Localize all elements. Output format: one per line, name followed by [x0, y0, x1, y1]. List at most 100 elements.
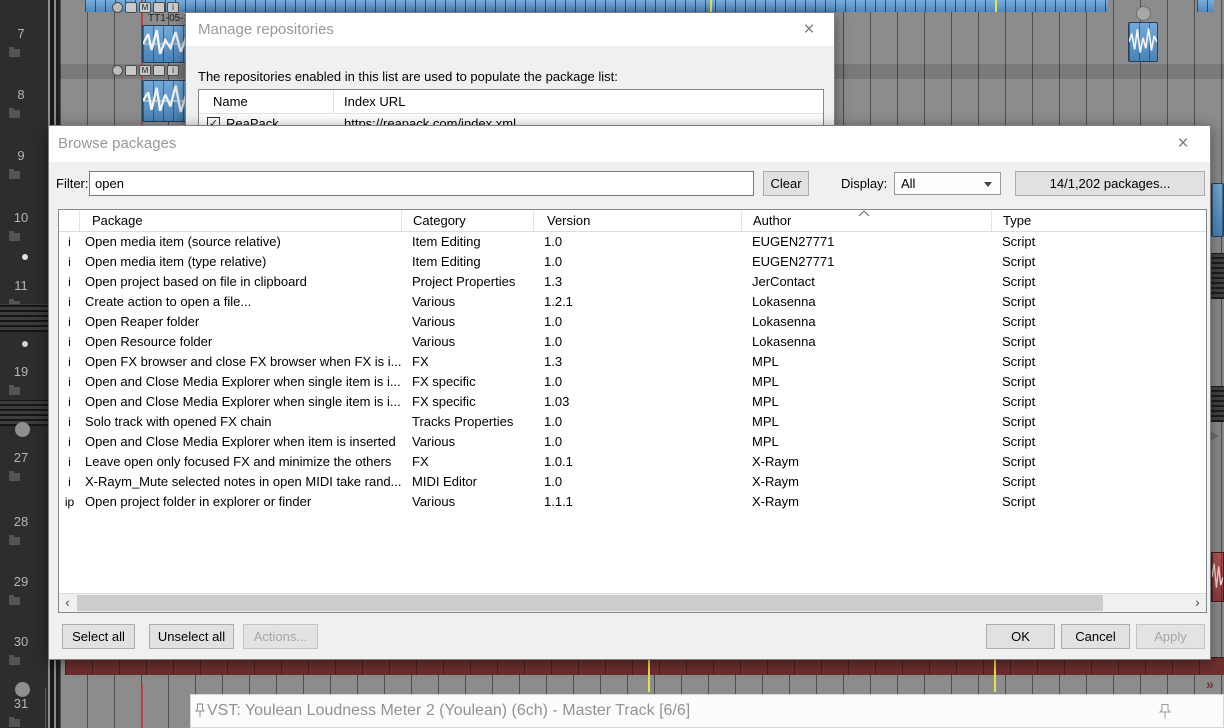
item-notes-icon[interactable]: [153, 2, 165, 13]
scroll-right-icon[interactable]: ›: [1189, 594, 1206, 612]
track-header[interactable]: 9: [0, 148, 48, 204]
package-category-cell: Various: [412, 434, 456, 449]
media-item[interactable]: [1211, 552, 1224, 602]
packages-count-button[interactable]: 14/1,202 packages...: [1015, 171, 1205, 196]
folder-icon: [9, 655, 20, 665]
track-header[interactable]: 7: [0, 26, 48, 82]
dialog-titlebar[interactable]: Browse packages ×: [49, 126, 1210, 162]
media-item-strip: [85, 0, 1108, 12]
item-notes-icon[interactable]: [153, 65, 165, 76]
ok-button[interactable]: OK: [986, 624, 1055, 649]
media-item[interactable]: [1128, 22, 1158, 62]
marker-line: [995, 0, 997, 12]
track-number: 10: [13, 210, 29, 225]
scrollbar-thumb[interactable]: [77, 595, 1103, 611]
record-arm-button[interactable]: [15, 422, 30, 437]
fx-window-title: VST: Youlean Loudness Meter 2 (Youlean) …: [207, 702, 691, 719]
package-row[interactable]: i Leave open only focused FX and minimiz…: [59, 452, 1206, 472]
package-row[interactable]: i Open Resource folder Various 1.0 Lokas…: [59, 332, 1206, 352]
package-row[interactable]: i Open Reaper folder Various 1.0 Lokasen…: [59, 312, 1206, 332]
actions-button[interactable]: Actions...: [243, 624, 318, 649]
dialog-titlebar[interactable]: Manage repositories ×: [186, 13, 834, 46]
package-name-cell: Solo track with opened FX chain: [85, 414, 272, 429]
column-header-type[interactable]: Type: [992, 210, 1206, 231]
package-version-cell: 1.3: [544, 354, 563, 369]
item-volume-icon[interactable]: [112, 2, 123, 13]
track-number: 9: [17, 148, 25, 163]
close-icon[interactable]: ×: [790, 13, 828, 46]
close-icon[interactable]: ×: [1164, 126, 1202, 162]
track-header[interactable]: 27: [0, 450, 48, 506]
track-header[interactable]: 28: [0, 514, 48, 570]
package-row[interactable]: i Open FX browser and close FX browser w…: [59, 352, 1206, 372]
unselect-all-button[interactable]: Unselect all: [149, 624, 234, 649]
package-version-cell: 1.0: [544, 234, 563, 249]
package-type-code: i: [68, 335, 71, 349]
package-row[interactable]: i Create action to open a file... Variou…: [59, 292, 1206, 312]
folder-icon: [9, 47, 20, 57]
horizontal-scrollbar[interactable]: ‹ ›: [59, 593, 1206, 612]
package-row[interactable]: i Open and Close Media Explorer when sin…: [59, 372, 1206, 392]
package-name-cell: Create action to open a file...: [85, 294, 252, 309]
column-header-package[interactable]: Package: [80, 210, 402, 231]
package-category-cell: Project Properties: [412, 274, 516, 289]
package-kind-cell: Script: [1002, 454, 1036, 469]
chevron-down-icon: [984, 182, 992, 187]
pin-icon[interactable]: [1159, 703, 1171, 720]
scroll-left-icon[interactable]: ‹: [59, 594, 76, 612]
package-row[interactable]: i Solo track with opened FX chain Tracks…: [59, 412, 1206, 432]
filter-input[interactable]: [89, 171, 754, 196]
item-volume-icon[interactable]: [1136, 6, 1151, 21]
clear-button[interactable]: Clear: [763, 171, 809, 196]
track-number: 31: [13, 696, 29, 711]
record-arm-button[interactable]: [15, 682, 30, 697]
item-lock-icon[interactable]: [125, 65, 137, 76]
column-header-index-url[interactable]: Index URL: [334, 90, 405, 113]
cancel-button[interactable]: Cancel: [1061, 624, 1130, 649]
package-row[interactable]: i X-Raym_Mute selected notes in open MID…: [59, 472, 1206, 492]
package-author-cell: X-Raym: [752, 474, 799, 489]
select-all-button[interactable]: Select all: [62, 624, 135, 649]
package-row[interactable]: ip Open project folder in explorer or fi…: [59, 492, 1206, 512]
package-row[interactable]: i Open media item (source relative) Item…: [59, 232, 1206, 252]
column-header-icon[interactable]: [59, 210, 80, 231]
apply-button[interactable]: Apply: [1136, 624, 1205, 649]
column-header-name[interactable]: Name: [199, 90, 334, 113]
item-mute-icon[interactable]: M: [139, 65, 151, 76]
record-arm-dot[interactable]: [22, 254, 28, 260]
package-author-cell: MPL: [752, 354, 779, 369]
package-row[interactable]: i Open project based on file in clipboar…: [59, 272, 1206, 292]
package-author-cell: MPL: [752, 394, 779, 409]
item-mute-icon[interactable]: M: [139, 2, 151, 13]
package-author-cell: EUGEN27771: [752, 254, 835, 269]
track-header[interactable]: 31: [0, 696, 48, 728]
item-properties-icon[interactable]: i: [167, 2, 179, 13]
package-name-cell: Open media item (source relative): [85, 234, 281, 249]
package-row[interactable]: i Open and Close Media Explorer when sin…: [59, 392, 1206, 412]
repositories-description: The repositories enabled in this list ar…: [198, 69, 618, 84]
package-kind-cell: Script: [1002, 414, 1036, 429]
item-lock-icon[interactable]: [125, 2, 137, 13]
package-name-cell: Open and Close Media Explorer when item …: [85, 434, 396, 449]
column-header-author[interactable]: Author: [742, 210, 992, 231]
item-edge-chevrons: »: [1206, 676, 1214, 692]
minimized-tracks: [0, 304, 48, 332]
package-name-cell: Open Resource folder: [85, 334, 213, 349]
media-item[interactable]: [1211, 183, 1224, 237]
fx-window-titlebar[interactable]: VST: Youlean Loudness Meter 2 (Youlean) …: [190, 694, 1224, 728]
track-header[interactable]: 29: [0, 574, 48, 630]
folder-icon: [9, 108, 20, 118]
item-volume-icon[interactable]: [112, 65, 123, 76]
column-header-version[interactable]: Version: [534, 210, 742, 231]
record-arm-dot[interactable]: [22, 341, 28, 347]
play-arrow-icon: ▶: [1210, 428, 1220, 442]
package-row[interactable]: i Open and Close Media Explorer when ite…: [59, 432, 1206, 452]
package-version-cell: 1.0: [544, 374, 563, 389]
package-row[interactable]: i Open media item (type relative) Item E…: [59, 252, 1206, 272]
track-header[interactable]: 8: [0, 87, 48, 143]
column-header-category[interactable]: Category: [402, 210, 534, 231]
pin-icon[interactable]: [195, 703, 205, 719]
package-name-cell: Leave open only focused FX and minimize …: [85, 454, 392, 469]
item-properties-icon[interactable]: i: [167, 65, 179, 76]
display-dropdown[interactable]: All: [894, 172, 1001, 195]
